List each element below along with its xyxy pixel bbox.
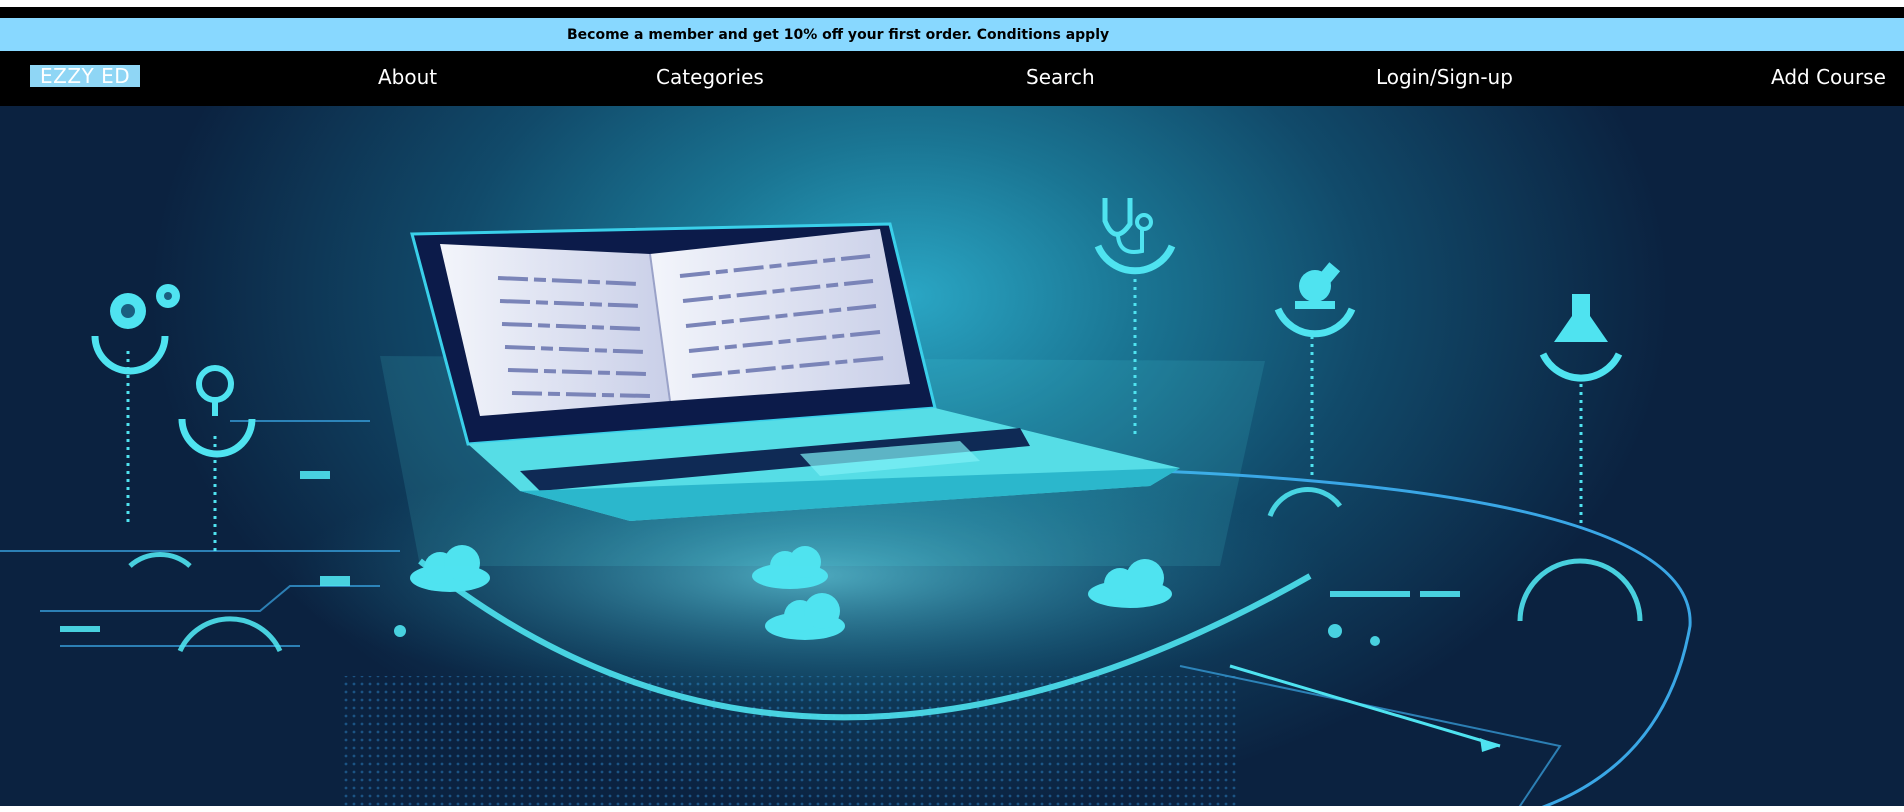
- promo-banner: Become a member and get 10% off your fir…: [0, 18, 1904, 51]
- nav-search[interactable]: Search: [1026, 65, 1095, 89]
- nav-add-course[interactable]: Add Course: [1771, 65, 1886, 89]
- main-nav: EZZY ED About Categories Search Login/Si…: [0, 51, 1904, 106]
- bottom-strip: [0, 806, 1904, 812]
- logo-link[interactable]: EZZY ED: [30, 65, 141, 87]
- nav-about[interactable]: About: [378, 65, 437, 89]
- nav-categories[interactable]: Categories: [656, 65, 764, 89]
- nav-login-signup[interactable]: Login/Sign-up: [1376, 65, 1513, 89]
- promo-text: Become a member and get 10% off your fir…: [567, 27, 1110, 43]
- microscope-icon: [1274, 262, 1356, 476]
- open-book-icon: [440, 229, 910, 416]
- hero-banner: [0, 106, 1904, 806]
- flask-icon: [1539, 294, 1623, 526]
- gears-icon: [91, 284, 180, 526]
- hero-illustration: [0, 198, 1692, 806]
- magnifier-icon: [178, 365, 256, 556]
- top-black-strip: [0, 7, 1904, 18]
